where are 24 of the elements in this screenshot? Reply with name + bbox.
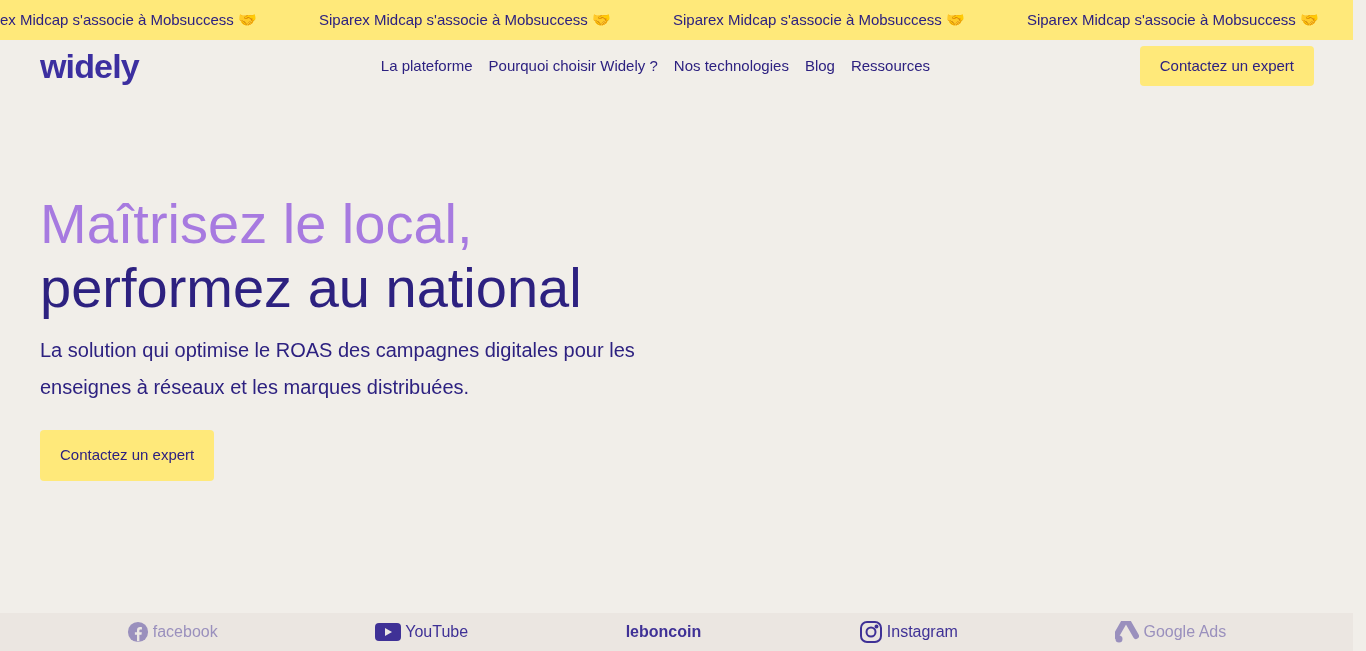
partner-name: Google Ads (1143, 622, 1227, 642)
nav-link[interactable]: Pourquoi choisir Widely ? (488, 54, 658, 78)
ticker-text[interactable]: Siparex Midcap s'associe à Mobsuccess 🤝 (672, 8, 965, 32)
partner-name: facebook (152, 622, 218, 642)
facebook-icon (126, 621, 149, 643)
triangle-logo-icon (1115, 621, 1140, 643)
hero-subtitle: La solution qui optimise le ROAS des campagnes digitales pour les enseignes à réseaux et les marques distribuées. (40, 338, 636, 400)
contact-button[interactable]: Contactez un expert (40, 430, 215, 481)
partner-name: YouTube (405, 622, 469, 642)
logo[interactable]: widely (40, 49, 139, 83)
nav-link[interactable]: Blog (804, 54, 835, 78)
ticker-text[interactable]: Siparex Midcap s'associe à Mobsuccess 🤝 (318, 8, 611, 32)
hero-title: performez au national (40, 256, 582, 320)
play-icon (375, 623, 402, 641)
nav-link[interactable]: La plateforme (380, 54, 473, 78)
ticker-text[interactable]: Siparex Midcap s'associe à Mobsuccess 🤝 (1026, 8, 1319, 32)
partner-name: Instagram (886, 622, 958, 642)
nav-link[interactable]: Ressources (850, 54, 931, 78)
partner-name: leboncoin (625, 622, 702, 642)
hero-title: Maîtrisez le local, (40, 192, 473, 256)
contact-button[interactable]: Contactez un expert (1139, 46, 1314, 86)
nav-link[interactable]: Nos technologies (673, 54, 789, 78)
camera-icon (858, 620, 883, 644)
ticker-text[interactable]: ex Midcap s'associe à Mobsuccess 🤝 (0, 8, 257, 32)
